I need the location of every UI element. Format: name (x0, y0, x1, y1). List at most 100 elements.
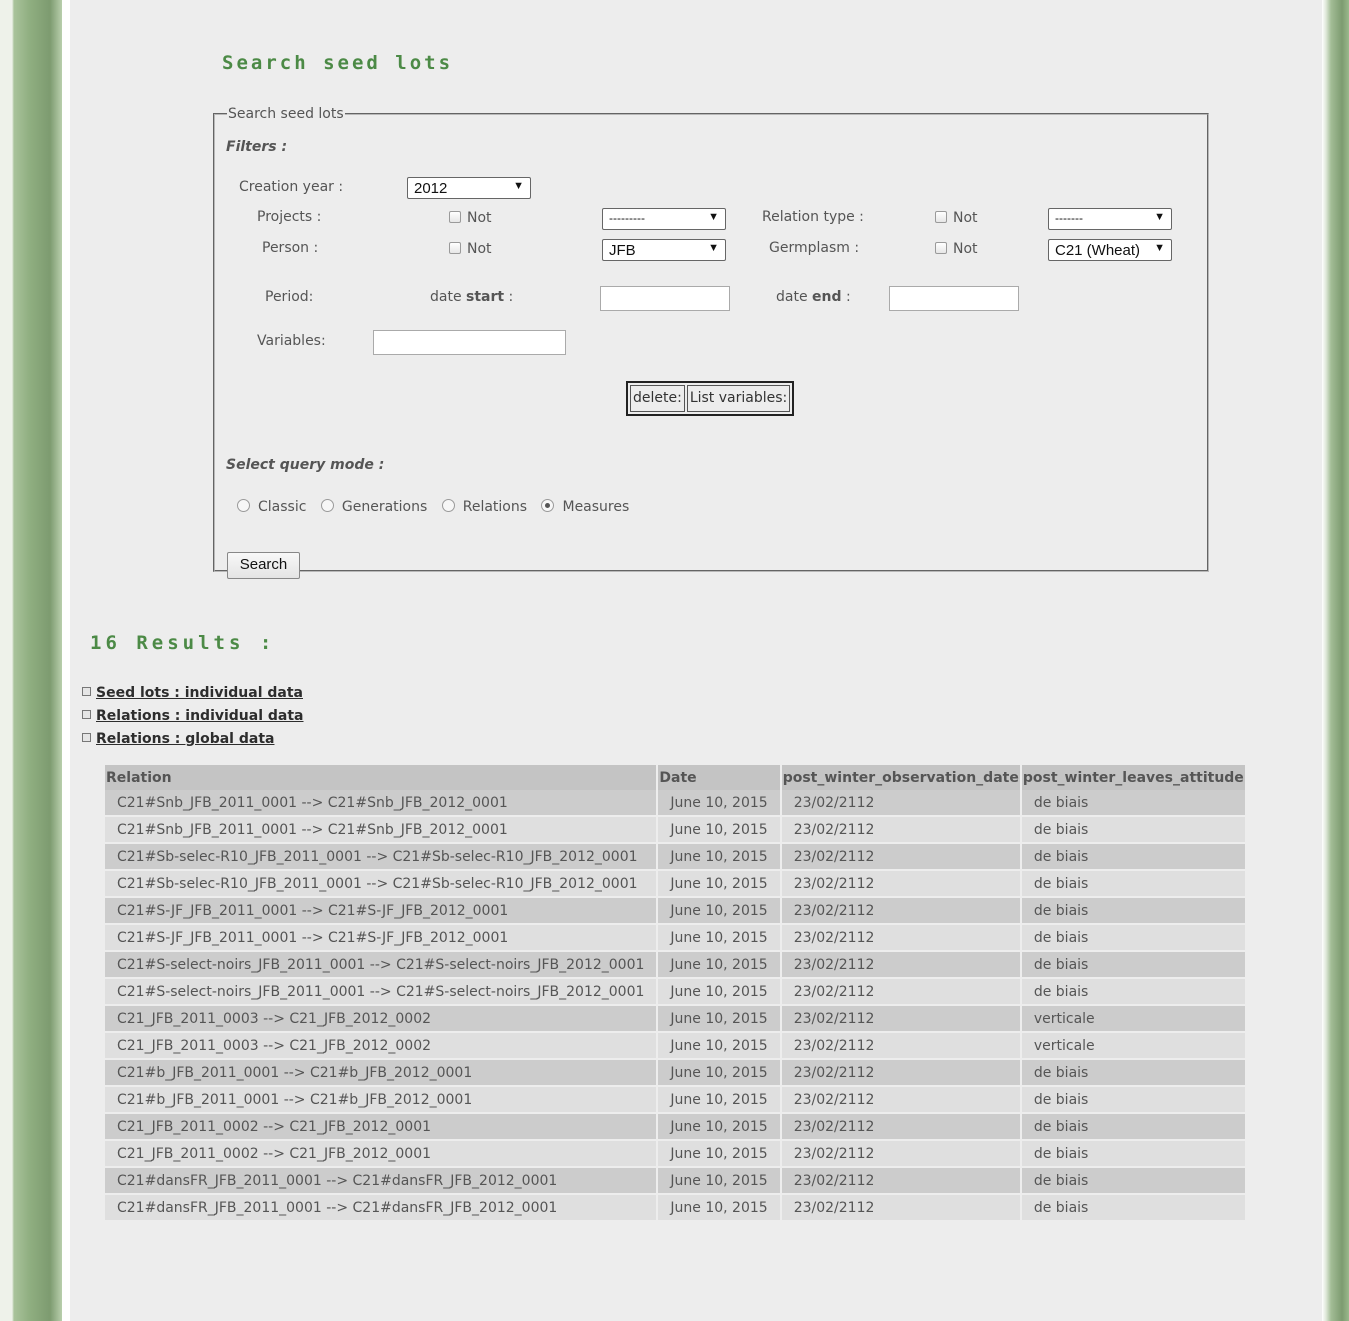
relation-type-not-checkbox[interactable] (935, 211, 947, 223)
form-legend: Search seed lots (228, 106, 344, 122)
filters-label: Filters : (226, 139, 288, 155)
main-content: Search seed lots Search seed lots Filter… (62, 0, 1322, 1321)
column-header[interactable]: post_winter_leaves_attitude (1021, 765, 1245, 790)
table-cell: June 10, 2015 (658, 1031, 780, 1058)
projects-select[interactable]: --------- ▼ (602, 208, 726, 230)
radio-icon[interactable] (237, 499, 250, 512)
table-cell: June 10, 2015 (658, 1139, 780, 1166)
date-start-input[interactable] (600, 286, 730, 311)
chevron-down-icon: ▼ (1154, 242, 1165, 254)
link-relations-global[interactable]: Relations : global data (82, 731, 274, 747)
person-not[interactable]: Not (449, 241, 492, 257)
table-cell: C21_JFB_2011_0002 --> C21_JFB_2012_0001 (105, 1112, 657, 1139)
table-row: C21#Sb-selec-R10_JFB_2011_0001 --> C21#S… (105, 842, 1245, 869)
table-cell: de biais (1021, 815, 1245, 842)
table-cell: 23/02/2112 (781, 1139, 1020, 1166)
column-header[interactable]: Date (658, 765, 780, 790)
right-border (1322, 0, 1349, 1321)
table-cell: 23/02/2112 (781, 790, 1020, 815)
column-header[interactable]: Relation (105, 765, 657, 790)
table-cell: C21#Snb_JFB_2011_0001 --> C21#Snb_JFB_20… (105, 790, 657, 815)
table-cell: June 10, 2015 (658, 842, 780, 869)
radio-icon[interactable] (441, 499, 455, 512)
table-cell: verticale (1021, 1031, 1245, 1058)
relation-type-select[interactable]: ------- ▼ (1048, 208, 1172, 230)
table-cell: 23/02/2112 (781, 1031, 1020, 1058)
left-border (0, 0, 62, 1321)
table-cell: C21#S-JF_JFB_2011_0001 --> C21#S-JF_JFB_… (105, 923, 657, 950)
relation-type-label: Relation type : (762, 209, 864, 225)
table-cell: 23/02/2112 (781, 1166, 1020, 1193)
table-cell: June 10, 2015 (658, 923, 780, 950)
mode-measures[interactable]: Measures (541, 499, 629, 515)
collapse-square-icon[interactable] (82, 687, 91, 696)
table-cell: June 10, 2015 (658, 869, 780, 896)
query-mode-label: Select query mode : (226, 457, 385, 473)
table-cell: verticale (1021, 1004, 1245, 1031)
table-cell: de biais (1021, 1112, 1245, 1139)
table-cell: June 10, 2015 (658, 977, 780, 1004)
delete-button[interactable]: delete: (630, 385, 685, 412)
collapse-square-icon[interactable] (82, 710, 91, 719)
link-seed-lots-individual[interactable]: Seed lots : individual data (82, 685, 303, 701)
table-cell: 23/02/2112 (781, 1112, 1020, 1139)
table-row: C21_JFB_2011_0002 --> C21_JFB_2012_0001 J… (105, 1139, 1245, 1166)
table-cell: C21#dansFR_JFB_2011_0001 --> C21#dansFR_… (105, 1193, 657, 1220)
person-not-checkbox[interactable] (449, 242, 461, 254)
table-cell: June 10, 2015 (658, 1085, 780, 1112)
table-cell: 23/02/2112 (781, 815, 1020, 842)
germplasm-select[interactable]: C21 (Wheat) ▼ (1048, 239, 1172, 261)
table-cell: de biais (1021, 1139, 1245, 1166)
variables-input[interactable] (373, 330, 566, 355)
mode-relations[interactable]: Relations (441, 499, 527, 515)
projects-not[interactable]: Not (449, 210, 492, 226)
search-form: Search seed lots Filters : Creation year… (213, 106, 1209, 579)
table-cell: C21#Sb-selec-R10_JFB_2011_0001 --> C21#S… (105, 842, 657, 869)
radio-selected-icon[interactable] (541, 499, 555, 512)
table-cell: 23/02/2112 (781, 1004, 1020, 1031)
germplasm-not[interactable]: Not (935, 241, 978, 257)
table-cell: 23/02/2112 (781, 923, 1020, 950)
date-end-input[interactable] (889, 286, 1019, 311)
table-cell: June 10, 2015 (658, 1166, 780, 1193)
table-cell: de biais (1021, 1058, 1245, 1085)
germplasm-not-checkbox[interactable] (935, 242, 947, 254)
chevron-down-icon: ▼ (1154, 211, 1165, 223)
table-cell: C21#S-select-noirs_JFB_2011_0001 --> C21… (105, 977, 657, 1004)
table-row: C21#S-select-noirs_JFB_2011_0001 --> C21… (105, 977, 1245, 1004)
table-cell: 23/02/2112 (781, 1193, 1020, 1220)
table-cell: C21#dansFR_JFB_2011_0001 --> C21#dansFR_… (105, 1166, 657, 1193)
date-start-label: date start : (430, 289, 514, 305)
table-cell: 23/02/2112 (781, 977, 1020, 1004)
creation-year-select[interactable]: 2012 ▼ (407, 177, 531, 199)
results-heading: 16 Results : (90, 632, 276, 654)
table-cell: June 10, 2015 (658, 1058, 780, 1085)
table-row: C21#S-JF_JFB_2011_0001 --> C21#S-JF_JFB_… (105, 923, 1245, 950)
relation-type-not[interactable]: Not (935, 210, 978, 226)
person-select[interactable]: JFB ▼ (602, 239, 726, 261)
mode-generations[interactable]: Generations (320, 499, 427, 515)
table-row: C21#Snb_JFB_2011_0001 --> C21#Snb_JFB_20… (105, 815, 1245, 842)
table-cell: June 10, 2015 (658, 896, 780, 923)
person-label: Person : (262, 240, 319, 256)
projects-not-checkbox[interactable] (449, 211, 461, 223)
date-end-label: date end : (776, 289, 851, 305)
search-button[interactable]: Search (227, 552, 300, 579)
table-cell: de biais (1021, 1193, 1245, 1220)
table-cell: June 10, 2015 (658, 1004, 780, 1031)
table-row: C21#Sb-selec-R10_JFB_2011_0001 --> C21#S… (105, 869, 1245, 896)
table-cell: de biais (1021, 1085, 1245, 1112)
table-row: C21#S-select-noirs_JFB_2011_0001 --> C21… (105, 950, 1245, 977)
link-relations-individual[interactable]: Relations : individual data (82, 708, 304, 724)
table-cell: de biais (1021, 842, 1245, 869)
table-cell: C21#S-JF_JFB_2011_0001 --> C21#S-JF_JFB_… (105, 896, 657, 923)
table-cell: 23/02/2112 (781, 1085, 1020, 1112)
collapse-square-icon[interactable] (82, 733, 91, 742)
results-table-body: C21#Snb_JFB_2011_0001 --> C21#Snb_JFB_20… (105, 790, 1245, 1220)
mode-classic[interactable]: Classic (237, 499, 306, 515)
list-variables-button[interactable]: List variables: (686, 385, 791, 412)
column-header[interactable]: post_winter_observation_date (781, 765, 1020, 790)
table-cell: de biais (1021, 869, 1245, 896)
radio-icon[interactable] (320, 499, 334, 512)
table-row: C21#b_JFB_2011_0001 --> C21#b_JFB_2012_0… (105, 1085, 1245, 1112)
